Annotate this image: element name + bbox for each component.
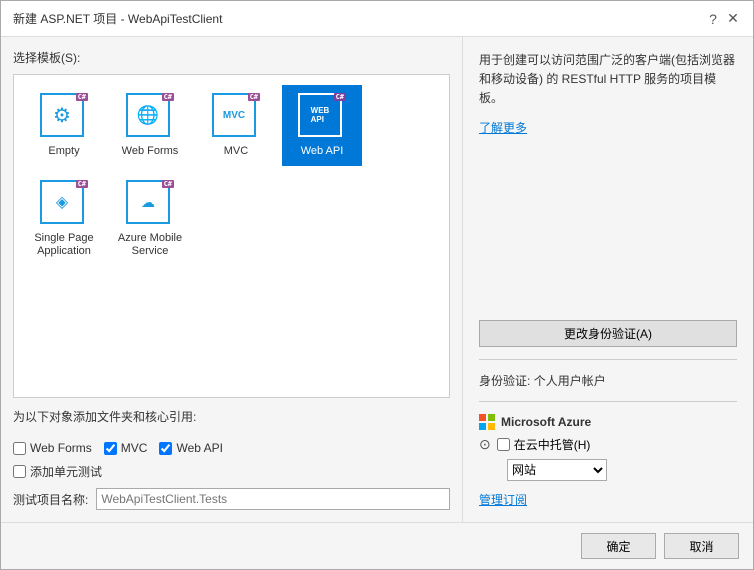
empty-icon-container: C# ⚙	[40, 93, 88, 141]
right-panel: 用于创建可以访问范围广泛的客户端(包括浏览器和移动设备) 的 RESTful H…	[463, 37, 753, 522]
host-label-text: 在云中托管(H)	[514, 436, 591, 453]
test-project-label: 测试项目名称:	[13, 491, 88, 508]
cs-badge: C#	[334, 93, 346, 101]
spa-label: Single Page Application	[30, 232, 98, 258]
empty-label: Empty	[48, 145, 79, 158]
azure-section: Microsoft Azure ⊙ 在云中托管(H) 网站 管理订阅	[479, 414, 737, 508]
unit-test-text: 添加单元测试	[30, 463, 102, 480]
description-text: 用于创建可以访问范围广泛的客户端(包括浏览器和移动设备) 的 RESTful H…	[479, 51, 737, 109]
cs-badge: C#	[162, 180, 174, 188]
azure-logo-icon	[479, 414, 495, 430]
cs-badge: C#	[76, 93, 88, 101]
dialog-footer: 确定 取消	[1, 522, 753, 569]
unit-test-row: 添加单元测试	[13, 463, 450, 480]
dropdown-row: 网站	[507, 459, 737, 481]
template-section-label: 选择模板(S):	[13, 49, 450, 66]
mvc-icon-container: C# MVC	[212, 93, 260, 141]
webapi-icon-container: C# WEBAPI	[298, 93, 346, 141]
webforms-checkbox-label[interactable]: Web Forms	[13, 441, 92, 455]
webapi-icon: C# WEBAPI	[298, 93, 342, 137]
divider1	[479, 359, 737, 360]
azure-logo	[479, 414, 495, 430]
auth-label: 身份验证: 个人用户帐户	[479, 372, 737, 389]
left-panel: 选择模板(S): C# ⚙ Empty	[1, 37, 463, 522]
title-controls: ? ✕	[705, 11, 741, 27]
dialog-title: 新建 ASP.NET 项目 - WebApiTestClient	[13, 10, 222, 27]
folders-checkboxes: Web Forms MVC Web API	[13, 441, 450, 455]
template-item-empty[interactable]: C# ⚙ Empty	[24, 85, 104, 166]
mvc-checkbox[interactable]	[104, 442, 117, 455]
bottom-section: 为以下对象添加文件夹和核心引用: Web Forms MVC Web API	[13, 408, 450, 510]
webapi-checkbox[interactable]	[159, 442, 172, 455]
cancel-button[interactable]: 取消	[664, 533, 739, 559]
spa-icon: C# ◈	[40, 180, 84, 224]
template-grid: C# ⚙ Empty C# 🌐 Web Forms	[13, 74, 450, 398]
folders-label: 为以下对象添加文件夹和核心引用:	[13, 408, 450, 425]
azure-label: Azure Mobile Service	[116, 232, 184, 258]
api-text: WEBAPI	[311, 106, 330, 124]
azure-symbol: ☁	[141, 194, 155, 211]
webforms-label: Web Forms	[122, 145, 179, 158]
host-row: ⊙ 在云中托管(H)	[479, 436, 737, 453]
mvc-label: MVC	[224, 145, 248, 158]
auth-label-text: 身份验证:	[479, 374, 530, 388]
divider2	[479, 401, 737, 402]
cs-badge: C#	[76, 180, 88, 188]
test-project-input[interactable]	[96, 488, 450, 510]
mvc-text: MVC	[223, 110, 245, 121]
mvc-checkbox-label[interactable]: MVC	[104, 441, 148, 455]
auth-section: 身份验证: 个人用户帐户	[479, 372, 737, 389]
expand-icon[interactable]: ⊙	[479, 436, 491, 453]
webapi-checkbox-label[interactable]: Web API	[159, 441, 222, 455]
website-dropdown[interactable]: 网站	[507, 459, 607, 481]
title-bar: 新建 ASP.NET 项目 - WebApiTestClient ? ✕	[1, 1, 753, 37]
auth-value-text: 个人用户帐户	[534, 374, 606, 388]
dialog-body: 选择模板(S): C# ⚙ Empty	[1, 37, 753, 522]
help-button[interactable]: ?	[705, 11, 721, 27]
learn-more-link[interactable]: 了解更多	[479, 119, 737, 136]
template-item-azure[interactable]: C# ☁ Azure Mobile Service	[110, 172, 190, 266]
spacer	[479, 146, 737, 250]
webforms-icon-container: C# 🌐	[126, 93, 174, 141]
webforms-checkbox[interactable]	[13, 442, 26, 455]
azure-icon: C# ☁	[126, 180, 170, 224]
spa-gear-icon: ◈	[56, 192, 68, 212]
unit-test-checkbox[interactable]	[13, 465, 26, 478]
azure-icon-container: C# ☁	[126, 180, 174, 228]
gear-icon: ⚙	[53, 103, 71, 128]
empty-icon: C# ⚙	[40, 93, 84, 137]
host-checkbox-label[interactable]: 在云中托管(H)	[497, 436, 591, 453]
webforms-icon: C# 🌐	[126, 93, 170, 137]
template-item-spa[interactable]: C# ◈ Single Page Application	[24, 172, 104, 266]
template-item-webforms[interactable]: C# 🌐 Web Forms	[110, 85, 190, 166]
mvc-checkbox-text: MVC	[121, 441, 148, 455]
spa-icon-container: C# ◈	[40, 180, 88, 228]
mvc-icon: C# MVC	[212, 93, 256, 137]
unit-test-label[interactable]: 添加单元测试	[13, 463, 102, 480]
cs-badge: C#	[162, 93, 174, 101]
manage-subscription-link[interactable]: 管理订阅	[479, 491, 737, 508]
webforms-checkbox-text: Web Forms	[30, 441, 92, 455]
close-button[interactable]: ✕	[725, 11, 741, 27]
dialog: 新建 ASP.NET 项目 - WebApiTestClient ? ✕ 选择模…	[0, 0, 754, 570]
template-item-webapi[interactable]: C# WEBAPI Web API	[282, 85, 362, 166]
webapi-checkbox-text: Web API	[176, 441, 222, 455]
test-project-row: 测试项目名称:	[13, 488, 450, 510]
ok-button[interactable]: 确定	[581, 533, 656, 559]
azure-title: Microsoft Azure	[479, 414, 737, 430]
globe-icon: 🌐	[137, 105, 159, 126]
cs-badge: C#	[248, 93, 260, 101]
host-checkbox[interactable]	[497, 438, 510, 451]
template-item-mvc[interactable]: C# MVC MVC	[196, 85, 276, 166]
webapi-label: Web API	[301, 145, 344, 158]
azure-title-text: Microsoft Azure	[501, 415, 591, 429]
change-auth-button[interactable]: 更改身份验证(A)	[479, 320, 737, 347]
